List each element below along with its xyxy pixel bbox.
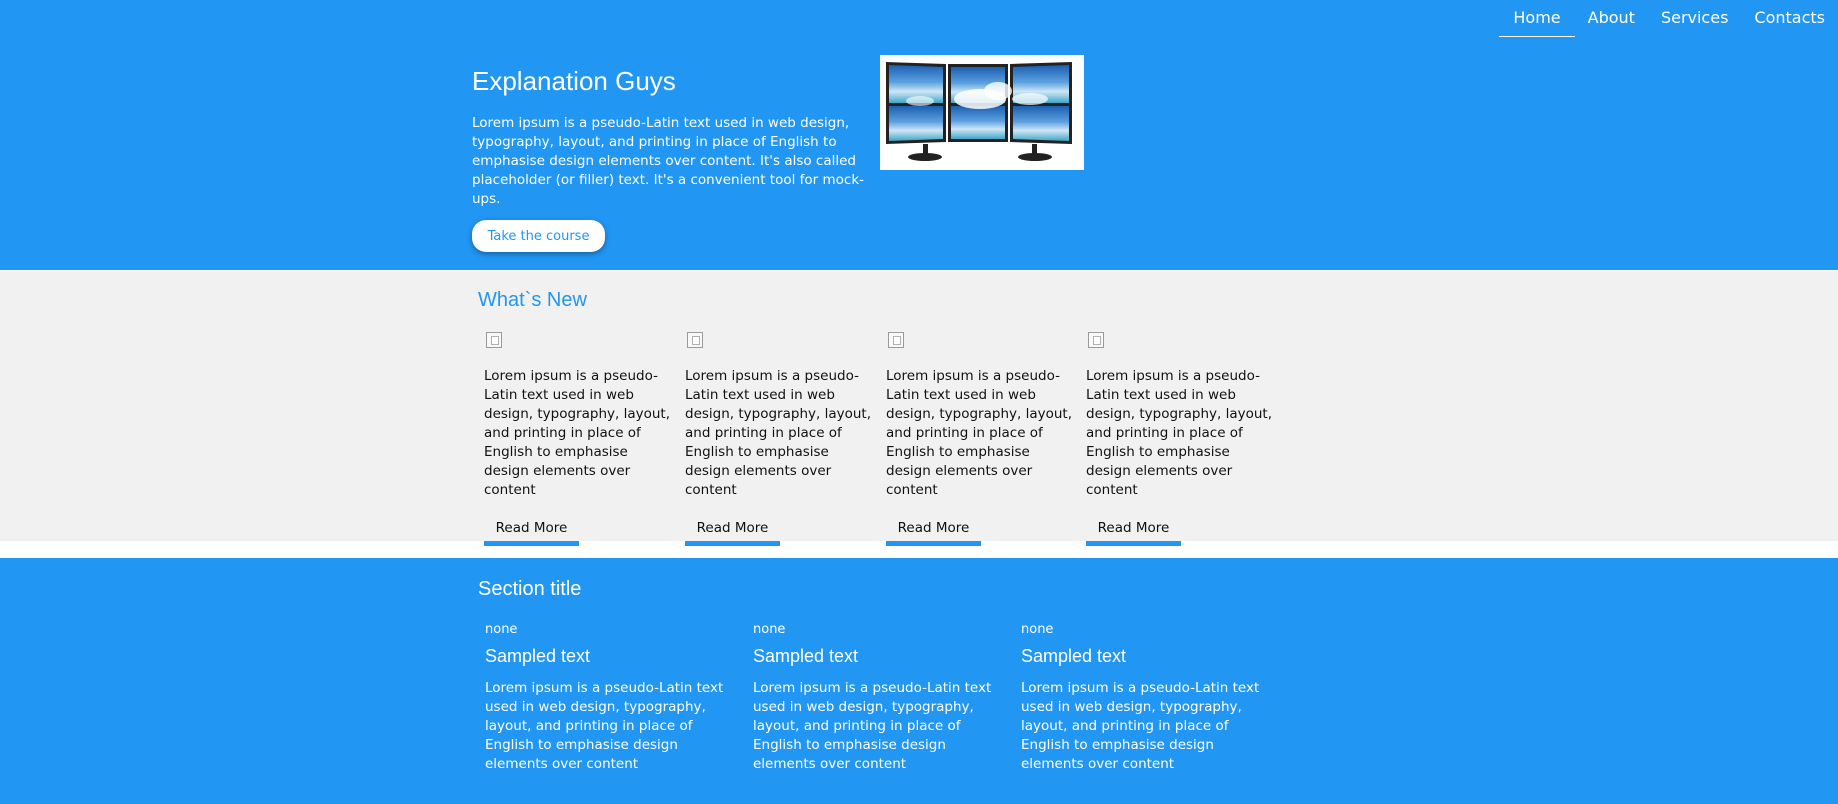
news-card-text: Lorem ipsum is a pseudo-Latin text used … bbox=[1086, 368, 1272, 498]
news-card-text: Lorem ipsum is a pseudo-Latin text used … bbox=[886, 368, 1072, 498]
take-course-button[interactable]: Take the course bbox=[472, 220, 605, 252]
feature-meta: none bbox=[1021, 622, 1054, 637]
features-section: Section title none Sampled text Lorem ip… bbox=[0, 558, 1838, 804]
feature-text: Lorem ipsum is a pseudo-Latin text used … bbox=[753, 680, 992, 772]
broken-image-icon bbox=[486, 332, 502, 348]
broken-image-icon bbox=[687, 332, 703, 348]
monitor-wall-image bbox=[880, 55, 1084, 170]
broken-image-icon bbox=[1088, 332, 1104, 348]
hero-title: Explanation Guys bbox=[472, 66, 676, 96]
top-nav: Home About Services Contacts bbox=[1499, 0, 1838, 37]
nav-home[interactable]: Home bbox=[1499, 0, 1575, 37]
news-card-text: Lorem ipsum is a pseudo-Latin text used … bbox=[484, 368, 670, 498]
broken-image-icon bbox=[888, 332, 904, 348]
section-title: Section title bbox=[478, 578, 582, 600]
news-card: Lorem ipsum is a pseudo-Latin text used … bbox=[685, 332, 875, 546]
news-card: Lorem ipsum is a pseudo-Latin text used … bbox=[484, 332, 674, 546]
feature-text: Lorem ipsum is a pseudo-Latin text used … bbox=[485, 680, 724, 772]
news-card: Lorem ipsum is a pseudo-Latin text used … bbox=[1086, 332, 1276, 546]
nav-contacts[interactable]: Contacts bbox=[1741, 0, 1838, 36]
monitor-wall-illustration bbox=[886, 62, 1072, 161]
hero-section: Home About Services Contacts Explanation… bbox=[0, 0, 1838, 270]
feature-title: Sampled text bbox=[485, 646, 591, 666]
nav-services[interactable]: Services bbox=[1648, 0, 1741, 36]
feature-column: none Sampled text Lorem ipsum is a pseud… bbox=[485, 622, 740, 774]
news-card: Lorem ipsum is a pseudo-Latin text used … bbox=[886, 332, 1076, 546]
read-more-button[interactable]: Read More bbox=[1086, 515, 1181, 546]
feature-text: Lorem ipsum is a pseudo-Latin text used … bbox=[1021, 680, 1260, 772]
read-more-button[interactable]: Read More bbox=[484, 515, 579, 546]
read-more-button[interactable]: Read More bbox=[685, 515, 780, 546]
hero-description: Lorem ipsum is a pseudo-Latin text used … bbox=[472, 115, 865, 207]
read-more-button[interactable]: Read More bbox=[886, 515, 981, 546]
whats-new-title: What`s New bbox=[478, 289, 587, 311]
feature-meta: none bbox=[485, 622, 518, 637]
feature-title: Sampled text bbox=[1021, 646, 1127, 666]
feature-column: none Sampled text Lorem ipsum is a pseud… bbox=[753, 622, 1008, 774]
nav-about[interactable]: About bbox=[1575, 0, 1648, 36]
whats-new-section: What`s New Lorem ipsum is a pseudo-Latin… bbox=[0, 271, 1838, 546]
news-card-text: Lorem ipsum is a pseudo-Latin text used … bbox=[685, 368, 871, 498]
feature-meta: none bbox=[753, 622, 786, 637]
feature-title: Sampled text bbox=[753, 646, 859, 666]
feature-column: none Sampled text Lorem ipsum is a pseud… bbox=[1021, 622, 1276, 774]
